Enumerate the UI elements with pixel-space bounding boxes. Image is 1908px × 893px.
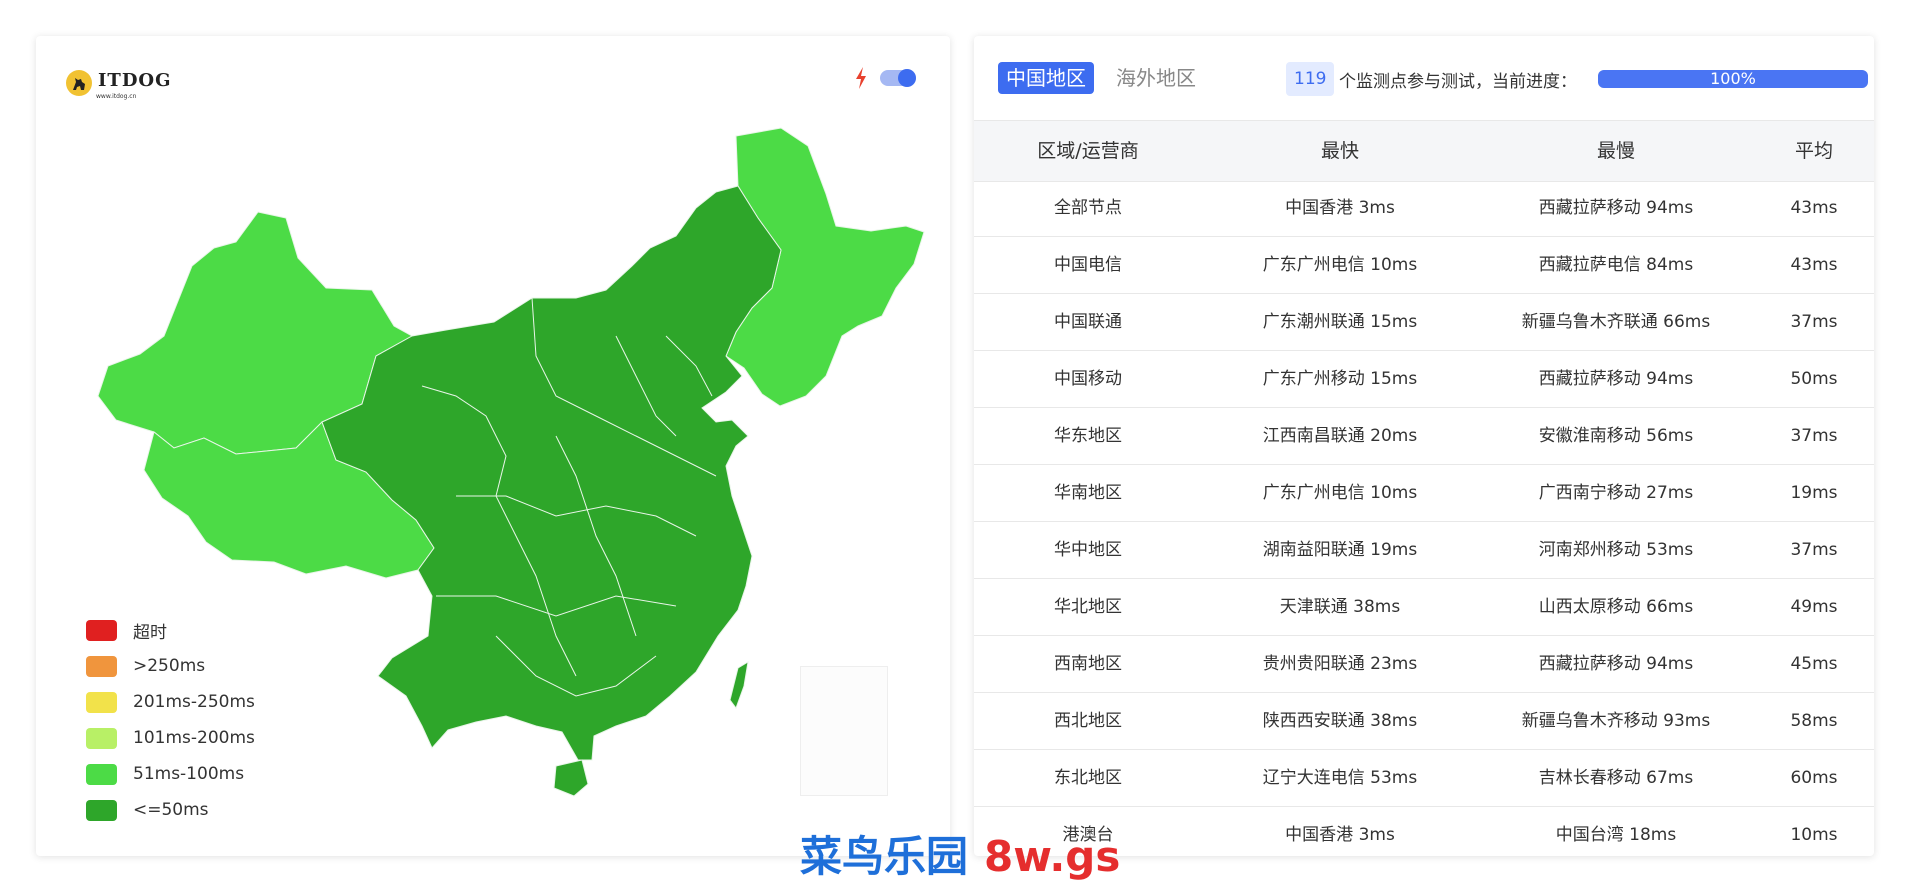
- tab-overseas[interactable]: 海外地区: [1108, 62, 1204, 94]
- cell-region: 东北地区: [1054, 768, 1122, 788]
- cell-region: 中国联通: [1054, 312, 1122, 332]
- cell-slowest: 吉林长春移动 67ms: [1538, 768, 1694, 788]
- legend-label: 51ms-100ms: [133, 764, 245, 784]
- cell-fastest: 中国香港 3ms: [1285, 198, 1395, 218]
- cell-region: 华南地区: [1054, 483, 1122, 503]
- cell-fastest: 湖南益阳联通 19ms: [1262, 540, 1418, 560]
- column-header-slowest[interactable]: 最慢: [1478, 121, 1754, 181]
- column-header-fastest[interactable]: 最快: [1202, 121, 1478, 181]
- cell-region: 全部节点: [1054, 198, 1122, 218]
- legend-item-timeout: 超时: [86, 612, 255, 648]
- map-region-mainland[interactable]: [321, 185, 782, 761]
- table-row: 中国移动 广东广州移动 15ms 西藏拉萨移动 94ms 50ms: [974, 351, 1874, 408]
- table-row: 华南地区 广东广州电信 10ms 广西南宁移动 27ms 19ms: [974, 465, 1874, 522]
- cell-average: 43ms: [1790, 198, 1838, 218]
- monitor-count-badge: 119: [1286, 62, 1335, 96]
- cell-fastest: 天津联通 38ms: [1279, 597, 1401, 617]
- cell-fastest: 广东广州电信 10ms: [1262, 483, 1418, 503]
- legend-item-201-250: 201ms-250ms: [86, 684, 255, 720]
- legend-swatch: [86, 763, 117, 785]
- cell-average: 10ms: [1790, 825, 1838, 845]
- cell-average: 37ms: [1790, 312, 1838, 332]
- watermark: 菜鸟乐园 8w.gs: [800, 832, 1120, 882]
- legend-label: 超时: [133, 622, 167, 643]
- cell-slowest: 河南郑州移动 53ms: [1538, 540, 1694, 560]
- table-row: 华东地区 江西南昌联通 20ms 安徽淮南移动 56ms 37ms: [974, 408, 1874, 465]
- cell-slowest: 西藏拉萨移动 94ms: [1538, 654, 1694, 674]
- cell-average: 60ms: [1790, 768, 1838, 788]
- cell-region: 中国移动: [1054, 369, 1122, 389]
- table-header: 区域/运营商 最快 最慢 平均: [974, 120, 1874, 182]
- cell-slowest: 中国台湾 18ms: [1555, 825, 1677, 845]
- cell-region: 西北地区: [1054, 711, 1122, 731]
- legend-item-101-200: 101ms-200ms: [86, 720, 255, 756]
- latency-legend: 超时 >250ms 201ms-250ms 101ms-200ms 51ms-1…: [86, 612, 255, 828]
- cell-fastest: 广东广州电信 10ms: [1262, 255, 1418, 275]
- legend-label: 101ms-200ms: [133, 728, 255, 748]
- legend-swatch: [86, 799, 117, 821]
- cell-region: 华东地区: [1054, 426, 1122, 446]
- cell-average: 19ms: [1790, 483, 1838, 503]
- table-row: 东北地区 辽宁大连电信 53ms 吉林长春移动 67ms 60ms: [974, 750, 1874, 807]
- table-row: 全部节点 中国香港 3ms 西藏拉萨移动 94ms 43ms: [974, 180, 1874, 237]
- cell-slowest: 新疆乌鲁木齐联通 66ms: [1521, 312, 1711, 332]
- cell-average: 37ms: [1790, 426, 1838, 446]
- cell-slowest: 西藏拉萨移动 94ms: [1538, 198, 1694, 218]
- cell-fastest: 中国香港 3ms: [1285, 825, 1395, 845]
- column-header-average[interactable]: 平均: [1754, 121, 1874, 181]
- cell-slowest: 广西南宁移动 27ms: [1538, 483, 1694, 503]
- cell-fastest: 辽宁大连电信 53ms: [1262, 768, 1418, 788]
- cell-slowest: 西藏拉萨移动 94ms: [1538, 369, 1694, 389]
- watermark-cn: 菜鸟乐园: [800, 832, 969, 881]
- progress-bar: 100%: [1598, 70, 1868, 88]
- cell-region: 中国电信: [1054, 255, 1122, 275]
- progress-caption: 个监测点参与测试，当前进度：: [1339, 72, 1577, 92]
- table-row: 西北地区 陕西西安联通 38ms 新疆乌鲁木齐移动 93ms 58ms: [974, 693, 1874, 750]
- cell-fastest: 广东潮州联通 15ms: [1262, 312, 1418, 332]
- legend-swatch: [86, 655, 117, 677]
- south-china-sea-inset: [800, 666, 888, 796]
- table-row: 华中地区 湖南益阳联通 19ms 河南郑州移动 53ms 37ms: [974, 522, 1874, 579]
- cell-region: 华北地区: [1054, 597, 1122, 617]
- cell-slowest: 安徽淮南移动 56ms: [1538, 426, 1694, 446]
- watermark-en: 8w.gs: [984, 832, 1121, 881]
- legend-swatch: [86, 691, 117, 713]
- map-region-hainan[interactable]: [553, 759, 589, 797]
- cell-average: 50ms: [1790, 369, 1838, 389]
- cell-fastest: 陕西西安联通 38ms: [1262, 711, 1418, 731]
- cell-fastest: 江西南昌联通 20ms: [1262, 426, 1418, 446]
- cell-slowest: 新疆乌鲁木齐移动 93ms: [1521, 711, 1711, 731]
- cell-fastest: 贵州贵阳联通 23ms: [1262, 654, 1418, 674]
- cell-average: 45ms: [1790, 654, 1838, 674]
- legend-item-le50: <=50ms: [86, 792, 255, 828]
- cell-slowest: 山西太原移动 66ms: [1538, 597, 1694, 617]
- results-table-body: 全部节点 中国香港 3ms 西藏拉萨移动 94ms 43ms 中国电信 广东广州电信 10…: [974, 180, 1874, 856]
- legend-swatch: [86, 727, 117, 749]
- cell-region: 西南地区: [1054, 654, 1122, 674]
- tab-china[interactable]: 中国地区: [998, 62, 1094, 94]
- table-row: 西南地区 贵州贵阳联通 23ms 西藏拉萨移动 94ms 45ms: [974, 636, 1874, 693]
- cell-average: 43ms: [1790, 255, 1838, 275]
- column-header-region[interactable]: 区域/运营商: [974, 121, 1202, 181]
- results-toolbar: 中国地区 海外地区 119 个监测点参与测试，当前进度： 100%: [974, 36, 1874, 118]
- legend-label: >250ms: [133, 656, 206, 676]
- legend-item-250plus: >250ms: [86, 648, 255, 684]
- map-card: ITDOG www.itdog.cn 超时 >250ms 201ms-250ms…: [36, 36, 950, 856]
- legend-swatch: [86, 619, 117, 641]
- map-region-taiwan[interactable]: [729, 661, 749, 710]
- cell-average: 58ms: [1790, 711, 1838, 731]
- legend-item-51-100: 51ms-100ms: [86, 756, 255, 792]
- table-row: 中国电信 广东广州电信 10ms 西藏拉萨电信 84ms 43ms: [974, 237, 1874, 294]
- legend-label: <=50ms: [133, 800, 209, 820]
- cell-region: 华中地区: [1054, 540, 1122, 560]
- results-card: 中国地区 海外地区 119 个监测点参与测试，当前进度： 100% 区域/运营商…: [974, 36, 1874, 856]
- cell-average: 37ms: [1790, 540, 1838, 560]
- legend-label: 201ms-250ms: [133, 692, 255, 712]
- cell-fastest: 广东广州移动 15ms: [1262, 369, 1418, 389]
- cell-slowest: 西藏拉萨电信 84ms: [1538, 255, 1694, 275]
- cell-average: 49ms: [1790, 597, 1838, 617]
- table-row: 中国联通 广东潮州联通 15ms 新疆乌鲁木齐联通 66ms 37ms: [974, 294, 1874, 351]
- table-row: 华北地区 天津联通 38ms 山西太原移动 66ms 49ms: [974, 579, 1874, 636]
- progress-label: 100%: [1710, 69, 1756, 88]
